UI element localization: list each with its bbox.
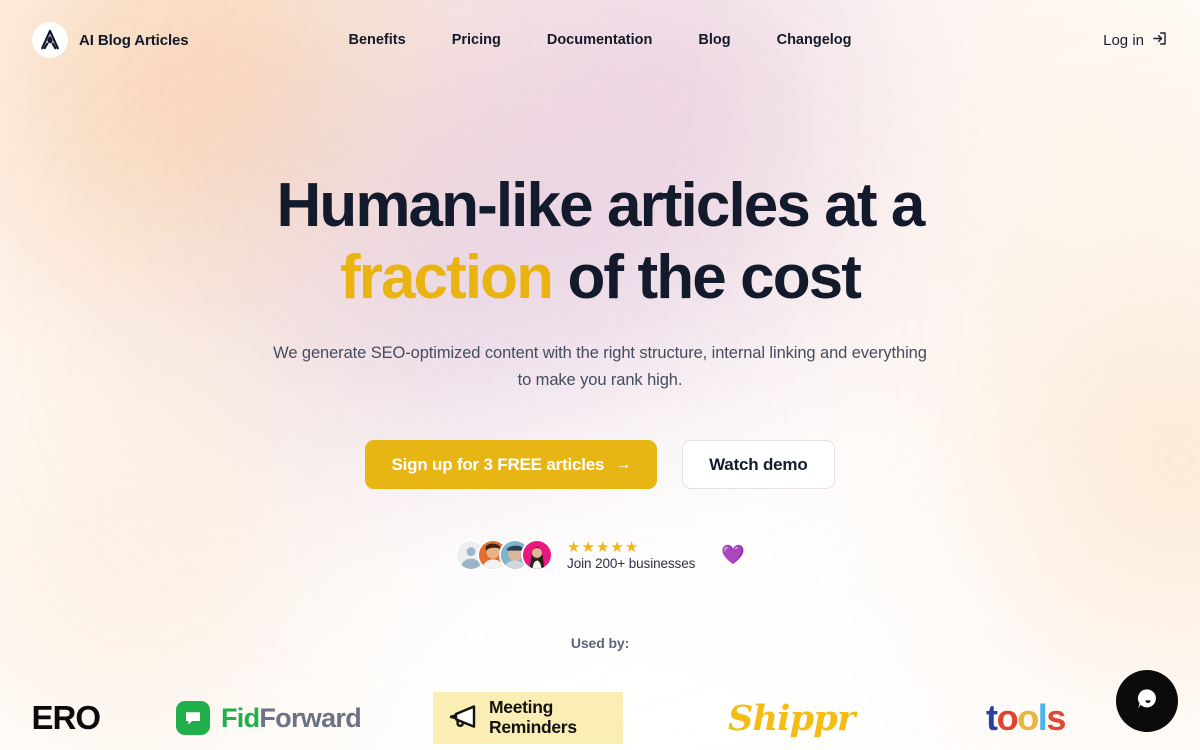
logo-meeting-reminders: Meeting Reminders	[433, 692, 623, 744]
login-link[interactable]: Log in	[1103, 30, 1168, 51]
logo-fidforward-text-a: Fid	[221, 702, 260, 733]
logo-fidforward: FidForward	[176, 686, 362, 750]
headline-line-2-rest: of the cost	[552, 242, 861, 312]
headline-accent-word: fraction	[339, 242, 554, 312]
client-logo-strip: ERO FidForward Meeting Reminders Shippr …	[0, 686, 1200, 750]
logo-shippr-text: Shippr	[728, 697, 855, 739]
nav-link-blog[interactable]: Blog	[698, 32, 730, 48]
nav-link-benefits[interactable]: Benefits	[348, 32, 405, 48]
logo-meeting-line-2: Reminders	[489, 717, 577, 737]
watch-demo-button[interactable]: Watch demo	[682, 440, 835, 490]
avatar	[521, 539, 554, 572]
logo-zero: ERO	[0, 686, 110, 750]
logo-meeting-reminders-text: Meeting Reminders	[489, 697, 577, 738]
proof-text: ★ ★ ★ ★ ★ Join 200+ businesses	[567, 540, 695, 571]
nav-link-changelog[interactable]: Changelog	[777, 32, 852, 48]
logo-fidforward-text: FidForward	[221, 702, 362, 734]
avatar-group	[455, 539, 554, 572]
signup-button[interactable]: Sign up for 3 FREE articles →	[365, 440, 658, 490]
chat-bubble-icon	[176, 701, 210, 735]
logo-tools-letter-5: s	[1046, 697, 1066, 738]
star-rating-icon: ★ ★ ★ ★ ★	[567, 538, 639, 556]
brand-logo[interactable]: AI Blog Articles	[32, 22, 189, 58]
headline-line-1: Human-like articles at a	[276, 171, 925, 240]
signup-button-label: Sign up for 3 FREE articles	[391, 454, 605, 474]
brand-name: AI Blog Articles	[79, 31, 189, 49]
social-proof: ★ ★ ★ ★ ★ Join 200+ businesses 💜	[455, 539, 745, 572]
landing-page: AI Blog Articles Benefits Pricing Docume…	[0, 0, 1200, 750]
nav-link-pricing[interactable]: Pricing	[452, 32, 501, 48]
cta-row: Sign up for 3 FREE articles → Watch demo	[365, 440, 835, 490]
logo-droplet-a-icon	[32, 22, 68, 58]
logo-tools-letter-1: t	[986, 697, 998, 738]
megaphone-icon	[445, 701, 479, 736]
login-arrow-icon	[1151, 30, 1168, 51]
login-label: Log in	[1103, 31, 1144, 49]
used-by-label: Used by:	[570, 635, 630, 651]
page-title: Human-like articles at a fraction of the…	[276, 170, 925, 314]
social-proof-label: Join 200+ businesses	[567, 555, 696, 571]
logo-tools-letter-2: o	[996, 697, 1019, 738]
logo-zero-text: ERO	[31, 699, 101, 736]
hero-section: Human-like articles at a fraction of the…	[0, 170, 1200, 572]
logo-meeting-line-1: Meeting	[489, 697, 554, 718]
logo-fidforward-text-b: Forward	[259, 702, 362, 733]
purple-heart-icon: 💜	[721, 544, 745, 566]
hero-subheading: We generate SEO-optimized content with t…	[273, 343, 927, 389]
site-header: AI Blog Articles Benefits Pricing Docume…	[0, 0, 1200, 80]
logo-tools-text: tools	[986, 697, 1066, 739]
nav-link-documentation[interactable]: Documentation	[547, 32, 653, 48]
logo-tools: tools	[986, 686, 1066, 750]
arrow-right-icon: →	[615, 455, 632, 473]
header-actions: Log in	[1103, 30, 1168, 51]
logo-tools-letter-3: o	[1017, 697, 1039, 738]
chat-widget-button[interactable]	[1116, 670, 1178, 732]
logo-shippr: Shippr	[728, 686, 855, 750]
chat-bubble-icon	[1132, 684, 1162, 719]
